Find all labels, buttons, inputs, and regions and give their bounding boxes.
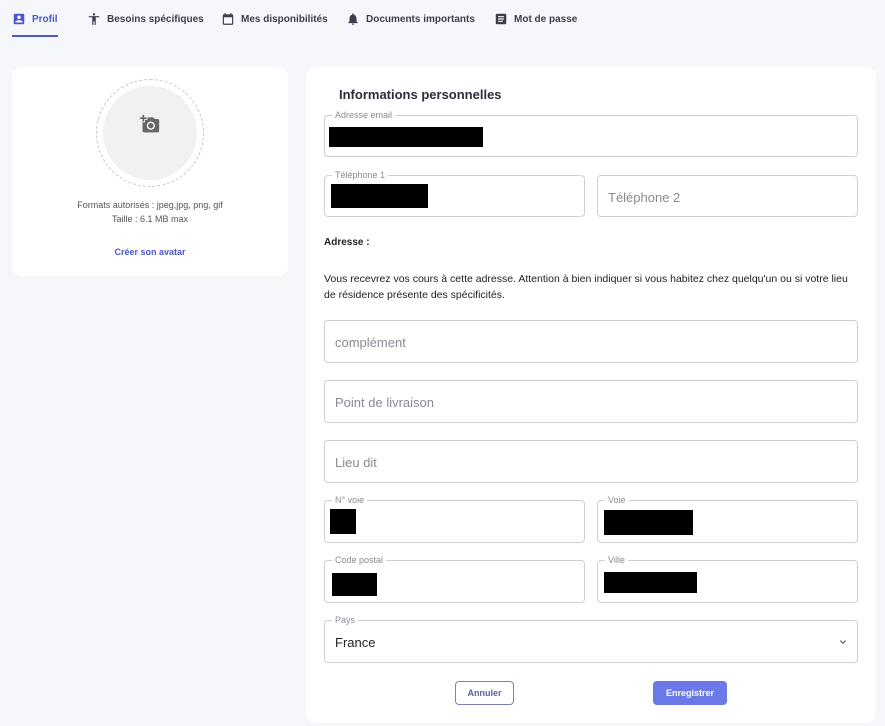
phone1-field[interactable]: Téléphone 1 — [324, 169, 585, 217]
redacted-city — [604, 572, 697, 593]
section-title: Informations personnelles — [339, 87, 502, 102]
tab-label: Mes disponibilités — [241, 13, 328, 25]
phone2-field[interactable]: Téléphone 2 — [597, 175, 858, 217]
tab-label: Mot de passe — [514, 13, 578, 25]
street-field[interactable]: Voie — [597, 494, 858, 543]
street-number-label: N° voie — [332, 494, 368, 506]
country-value: France — [335, 634, 376, 650]
tab-besoins-specifiques[interactable]: Besoins spécifiques — [87, 0, 204, 38]
redacted-phone1 — [331, 184, 428, 208]
postal-code-field[interactable]: Code postal — [324, 554, 585, 603]
country-select[interactable]: Pays France — [324, 614, 858, 663]
lieu-dit-placeholder: Lieu dit — [335, 454, 377, 470]
tab-documents-importants[interactable]: Documents importants — [346, 0, 475, 38]
account-box-icon — [13, 13, 25, 25]
delivery-point-placeholder: Point de livraison — [335, 394, 434, 410]
redacted-street-number — [330, 509, 356, 534]
city-label: Ville — [605, 554, 628, 566]
redacted-street — [604, 510, 693, 535]
tab-label: Besoins spécifiques — [107, 13, 204, 25]
address-heading: Adresse : — [324, 237, 370, 248]
avatar-card: Formats autorisés : jpeg,jpg, png, gif T… — [12, 67, 288, 276]
phone2-placeholder: Téléphone 2 — [608, 189, 681, 205]
delivery-point-field[interactable]: Point de livraison — [324, 380, 858, 423]
complement-placeholder: complément — [335, 334, 406, 350]
tab-label: Profil — [32, 13, 58, 25]
complement-field[interactable]: complément — [324, 320, 858, 363]
lieu-dit-field[interactable]: Lieu dit — [324, 440, 858, 483]
document-icon — [495, 13, 507, 25]
tab-label: Documents importants — [366, 13, 475, 25]
chevron-down-icon — [840, 640, 846, 644]
avatar-formats-text: Formats autorisés : jpeg,jpg, png, gif — [77, 200, 223, 210]
accessibility-icon — [88, 13, 100, 25]
street-number-field[interactable]: N° voie — [324, 494, 585, 543]
street-label: Voie — [605, 494, 629, 506]
tab-profil[interactable]: Profil — [12, 0, 58, 38]
avatar[interactable] — [103, 86, 197, 180]
email-label: Adresse email — [332, 109, 396, 121]
active-tab-indicator — [12, 35, 58, 37]
add-photo-icon — [140, 114, 160, 133]
cancel-button[interactable]: Annuler — [455, 681, 514, 705]
redacted-email — [329, 127, 483, 147]
save-button[interactable]: Enregistrer — [653, 681, 727, 705]
redacted-postal-code — [332, 573, 377, 596]
avatar-upload-zone[interactable] — [96, 79, 204, 187]
personal-info-form: Informations personnelles Adresse email … — [306, 67, 876, 723]
city-field[interactable]: Ville — [597, 554, 858, 603]
calendar-icon — [222, 13, 234, 25]
avatar-size-text: Taille : 6.1 MB max — [111, 214, 189, 224]
profile-tabs: Profil Besoins spécifiques Mes disponibi… — [0, 0, 885, 38]
tab-mot-de-passe[interactable]: Mot de passe — [494, 0, 577, 38]
create-avatar-link[interactable]: Créer son avatar — [12, 247, 288, 257]
postal-code-label: Code postal — [332, 554, 387, 566]
address-description: Vous recevrez vos cours à cette adresse.… — [324, 273, 848, 301]
bell-icon — [348, 13, 358, 25]
tab-mes-disponibilites[interactable]: Mes disponibilités — [221, 0, 328, 38]
phone1-label: Téléphone 1 — [332, 169, 389, 181]
email-field[interactable]: Adresse email — [324, 109, 858, 157]
